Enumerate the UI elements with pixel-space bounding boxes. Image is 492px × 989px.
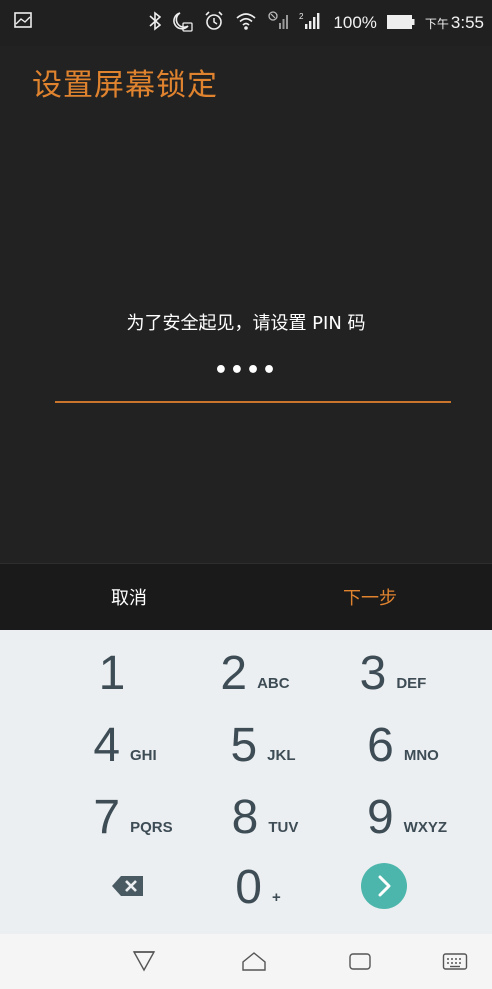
back-icon[interactable] xyxy=(132,948,156,978)
numeric-keypad: 1 2 ABC 3 DEF 4 GHI 5 JKL 6 MNO 7 PQRS 8… xyxy=(0,630,492,934)
status-time: 下午 3:55 xyxy=(425,13,484,33)
wifi-icon xyxy=(235,11,257,35)
key-digit: 6 xyxy=(367,719,394,772)
key-3[interactable]: 3 DEF xyxy=(313,643,473,705)
key-letters: TUV xyxy=(268,818,299,836)
key-digit: 5 xyxy=(230,719,258,772)
sim1-signal-icon xyxy=(267,11,289,35)
status-bar: 2 100% 下午 3:55 xyxy=(0,0,492,46)
key-digit: 8 xyxy=(231,791,259,844)
time-period: 下午 xyxy=(424,17,449,31)
key-digit: 9 xyxy=(366,791,394,844)
clock-time: 3:55 xyxy=(450,13,484,32)
bluetooth-icon xyxy=(149,11,162,35)
status-icons: 2 100% 下午 3:55 xyxy=(149,0,484,46)
key-letters: MNO xyxy=(403,746,439,764)
action-bar: 取消 下一步 xyxy=(0,563,492,630)
battery-icon xyxy=(386,14,415,33)
pin-prompt: 为了安全起见，请设置 PIN 码 xyxy=(126,313,366,334)
key-digit: 0 xyxy=(235,861,262,914)
key-1[interactable]: 1 xyxy=(37,643,197,705)
key-6[interactable]: 6 MNO xyxy=(323,715,483,777)
key-letters: GHI xyxy=(130,746,157,764)
battery-percent: 100% xyxy=(333,13,377,32)
key-8[interactable]: 8 TUV xyxy=(185,787,345,849)
pin-input-underline xyxy=(55,401,451,403)
enter-icon xyxy=(360,862,408,914)
cancel-button[interactable]: 取消 xyxy=(54,564,204,630)
do-not-disturb-icon xyxy=(171,10,194,36)
key-9[interactable]: 9 WXYZ xyxy=(327,787,487,849)
key-letters: PQRS xyxy=(130,818,173,836)
key-letters: ABC xyxy=(257,674,290,692)
pin-input[interactable]: •••• xyxy=(0,358,492,383)
navigation-bar xyxy=(0,934,492,989)
key-4[interactable]: 4 GHI xyxy=(45,715,205,777)
next-button[interactable]: 下一步 xyxy=(295,564,445,630)
key-digit: 7 xyxy=(93,791,121,844)
key-letters: DEF xyxy=(396,674,427,692)
sim2-signal-icon: 2 xyxy=(299,11,323,35)
home-icon[interactable] xyxy=(241,948,267,978)
gallery-icon xyxy=(14,12,32,32)
key-5[interactable]: 5 JKL xyxy=(183,715,343,777)
key-digit: 4 xyxy=(93,719,121,772)
key-letters: WXYZ xyxy=(403,818,448,836)
alarm-icon xyxy=(203,10,225,36)
keyboard-icon[interactable] xyxy=(442,948,468,978)
svg-text:2: 2 xyxy=(299,12,304,21)
backspace-icon xyxy=(111,874,145,902)
key-digit: 3 xyxy=(359,647,387,700)
page-title: 设置屏幕锁定 xyxy=(32,68,218,103)
key-digit: 1 xyxy=(98,647,126,700)
key-digit: 2 xyxy=(220,647,248,700)
key-letters: JKL xyxy=(267,746,296,764)
key-letters: + xyxy=(271,888,281,906)
enter-button[interactable] xyxy=(304,857,464,919)
recents-icon[interactable] xyxy=(347,948,373,978)
key-2[interactable]: 2 ABC xyxy=(175,643,335,705)
